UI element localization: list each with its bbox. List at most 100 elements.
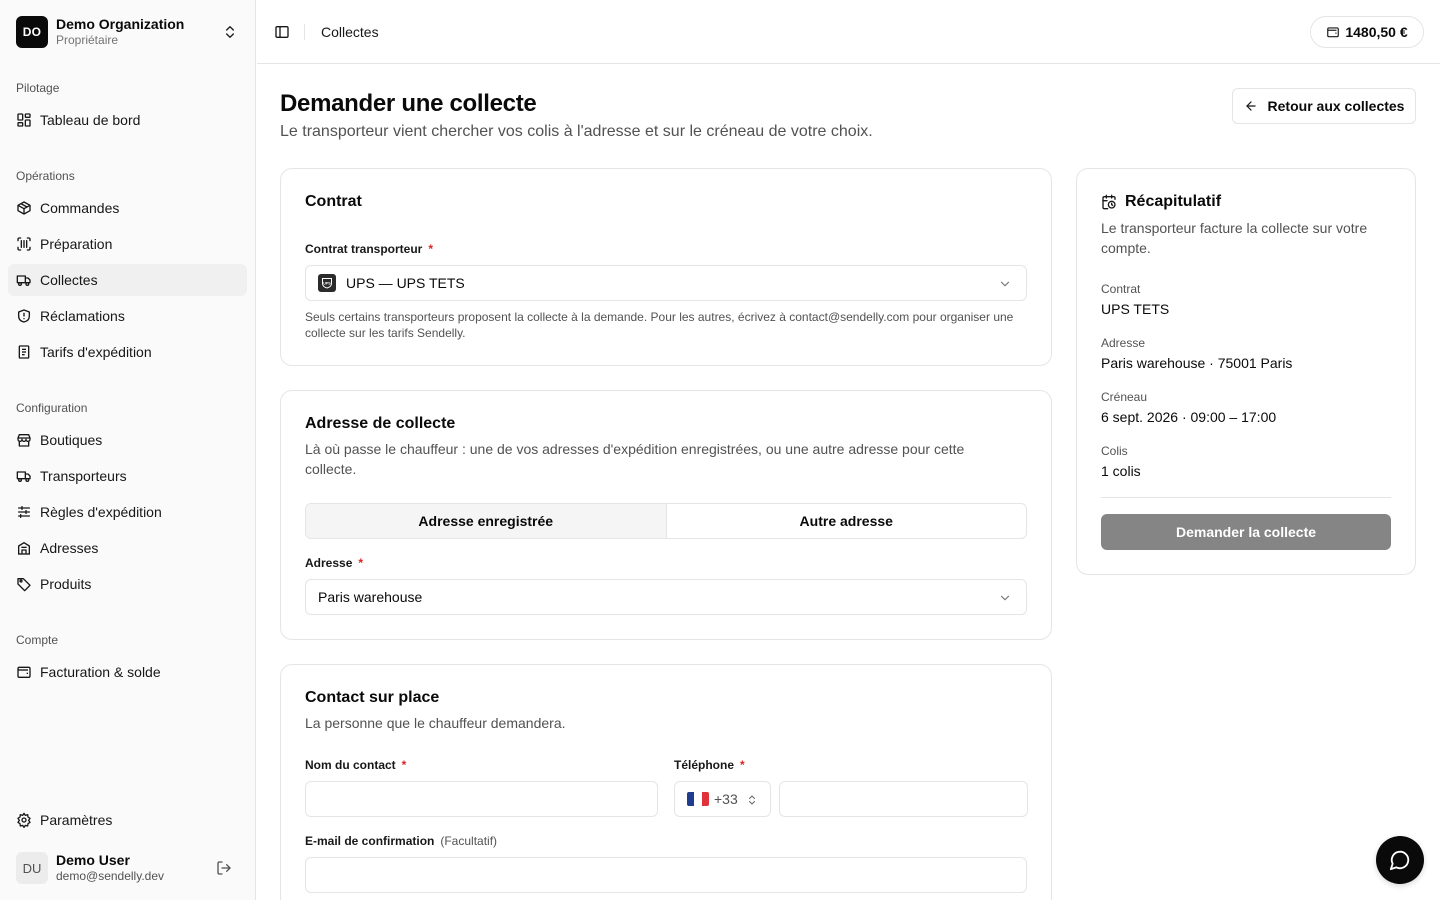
sidebar-item-orders[interactable]: Commandes (8, 192, 247, 224)
address-select-value: Paris warehouse (318, 589, 423, 605)
phone-label-text: Téléphone (674, 758, 735, 772)
summary-title-text: Récapitulatif (1125, 193, 1222, 210)
summary-address-value: Paris warehouse · 75001 Paris (1101, 355, 1293, 371)
sidebar-item-shipping-rates[interactable]: Tarifs d'expédition (8, 336, 247, 368)
tag-icon (17, 578, 31, 592)
back-button-label: Retour aux collectes (1267, 98, 1405, 114)
chat-button[interactable] (1376, 836, 1424, 884)
org-avatar: DO (16, 16, 48, 48)
sidebar-item-claims[interactable]: Réclamations (8, 300, 247, 332)
sidebar-item-billing[interactable]: Facturation & solde (8, 656, 247, 688)
carrier-contract-label-text: Contrat transporteur (305, 242, 423, 256)
contact-name-input[interactable] (305, 781, 658, 817)
nav-group-operations: Opérations (16, 169, 75, 183)
header-divider (304, 24, 305, 40)
org-name: Demo Organization (56, 16, 185, 32)
sidebar-item-label: Collectes (40, 272, 98, 288)
ups-logo: UPS (318, 274, 336, 292)
required-marker: * (428, 242, 434, 256)
sidebar-item-preparation[interactable]: Préparation (8, 228, 247, 260)
sidebar-item-products[interactable]: Produits (8, 568, 247, 600)
page-subtitle: Le transporteur vient chercher vos colis… (280, 123, 873, 140)
user-menu: DU Demo User demo@sendelly.dev (16, 852, 240, 884)
sidebar-item-label: Tableau de bord (40, 112, 141, 128)
sidebar-item-carriers[interactable]: Transporteurs (8, 460, 247, 492)
tab-other-address[interactable]: Autre adresse (665, 504, 1027, 538)
phone-country-code: +33 (714, 791, 738, 807)
sidebar-item-addresses[interactable]: Adresses (8, 532, 247, 564)
balance-value: 1480,50 € (1345, 24, 1408, 40)
address-label-text: Adresse (305, 556, 353, 570)
nav-group-configuration: Configuration (16, 401, 88, 415)
summary-contract-value: UPS TETS (1101, 301, 1170, 317)
summary-address-label: Adresse (1101, 336, 1146, 350)
org-role: Propriétaire (56, 33, 119, 47)
nav-group-account: Compte (16, 633, 59, 647)
contact-name-label: Nom du contact * (305, 757, 406, 773)
sidebar-item-shops[interactable]: Boutiques (8, 424, 247, 456)
carrier-contract-value: UPS — UPS TETS (346, 275, 465, 291)
shield-alert-icon (18, 309, 30, 323)
sidebar-item-settings[interactable]: Paramètres (8, 804, 247, 836)
pickup-address-title: Adresse de collecte (305, 415, 456, 432)
address-mode-toggle: Adresse enregistrée Autre adresse (305, 503, 1027, 539)
receipt-icon (18, 345, 30, 359)
summary-panel: Récapitulatif Le transporteur facture la… (1076, 168, 1416, 575)
arrow-left-icon (1245, 101, 1256, 111)
carrier-contract-label: Contrat transporteur * (305, 241, 433, 257)
sidebar-item-label: Préparation (40, 236, 113, 252)
sidebar-item-label: Produits (40, 576, 92, 592)
phone-label: Téléphone * (674, 757, 745, 773)
sidebar-item-label: Boutiques (40, 432, 103, 448)
summary-parcels-value: 1 colis (1101, 463, 1141, 479)
onsite-contact-card: Contact sur place La personne que le cha… (280, 664, 1052, 900)
balance-badge[interactable]: 1480,50 € (1310, 16, 1424, 48)
avatar: DU (16, 852, 48, 884)
back-to-collectes-button[interactable]: Retour aux collectes (1232, 88, 1416, 124)
logout-icon[interactable] (216, 860, 232, 876)
pickup-address-desc: Là où passe le chauffeur : une de vos ad… (305, 441, 965, 477)
scan-barcode-icon (17, 237, 31, 251)
required-marker: * (740, 758, 745, 772)
address-select[interactable]: Paris warehouse (305, 579, 1027, 615)
summary-desc: Le transporteur facture la collecte sur … (1101, 220, 1368, 256)
org-switcher[interactable]: DO Demo Organization Propriétaire (16, 16, 240, 48)
chevron-down-icon (1000, 281, 1010, 287)
tab-saved-address[interactable]: Adresse enregistrée (306, 504, 666, 538)
phone-input[interactable] (779, 781, 1028, 817)
address-label: Adresse * (305, 555, 363, 571)
summary-divider (1101, 497, 1391, 498)
contact-name-label-text: Nom du contact (305, 758, 396, 772)
page-title: Demander une collecte (280, 90, 537, 117)
sidebar-toggle-icon[interactable] (274, 24, 290, 40)
pickup-address-card: Adresse de collecte Là où passe le chauf… (280, 390, 1052, 640)
request-pickup-button[interactable]: Demander la collecte (1101, 514, 1391, 550)
carrier-contract-select[interactable]: UPS UPS — UPS TETS (305, 265, 1027, 301)
onsite-contact-title: Contact sur place (305, 689, 440, 706)
phone-country-select[interactable]: +33 (674, 781, 771, 817)
dashboard-icon (17, 113, 31, 127)
building-icon (18, 542, 30, 555)
confirmation-email-label: E-mail de confirmation (Facultatif) (305, 833, 497, 849)
required-marker: * (401, 758, 407, 772)
truck-icon (16, 471, 31, 482)
sidebar-item-collectes[interactable]: Collectes (8, 264, 247, 296)
sidebar-item-label: Règles d'expédition (40, 504, 162, 520)
gear-icon (17, 812, 31, 828)
sidebar: DO Demo Organization Propriétaire Pilota… (0, 0, 256, 900)
confirmation-email-input[interactable] (305, 857, 1027, 893)
sidebar-item-dashboard[interactable]: Tableau de bord (8, 104, 247, 136)
summary-slot-value: 6 sept. 2026 · 09:00 – 17:00 (1101, 409, 1277, 425)
summary-slot-label: Créneau (1101, 390, 1148, 404)
store-icon (17, 434, 31, 447)
ups-shield-icon: UPS (322, 278, 332, 289)
sidebar-item-shipping-rules[interactable]: Règles d'expédition (8, 496, 247, 528)
user-email: demo@sendelly.dev (56, 869, 165, 883)
sidebar-item-label: Paramètres (40, 812, 113, 828)
summary-contract-label: Contrat (1101, 282, 1141, 296)
sidebar-item-label: Transporteurs (40, 468, 127, 484)
france-flag-icon (687, 792, 709, 806)
sliders-icon (18, 506, 30, 518)
top-header: Collectes 1480,50 € (257, 0, 1440, 64)
required-marker: * (358, 556, 364, 570)
